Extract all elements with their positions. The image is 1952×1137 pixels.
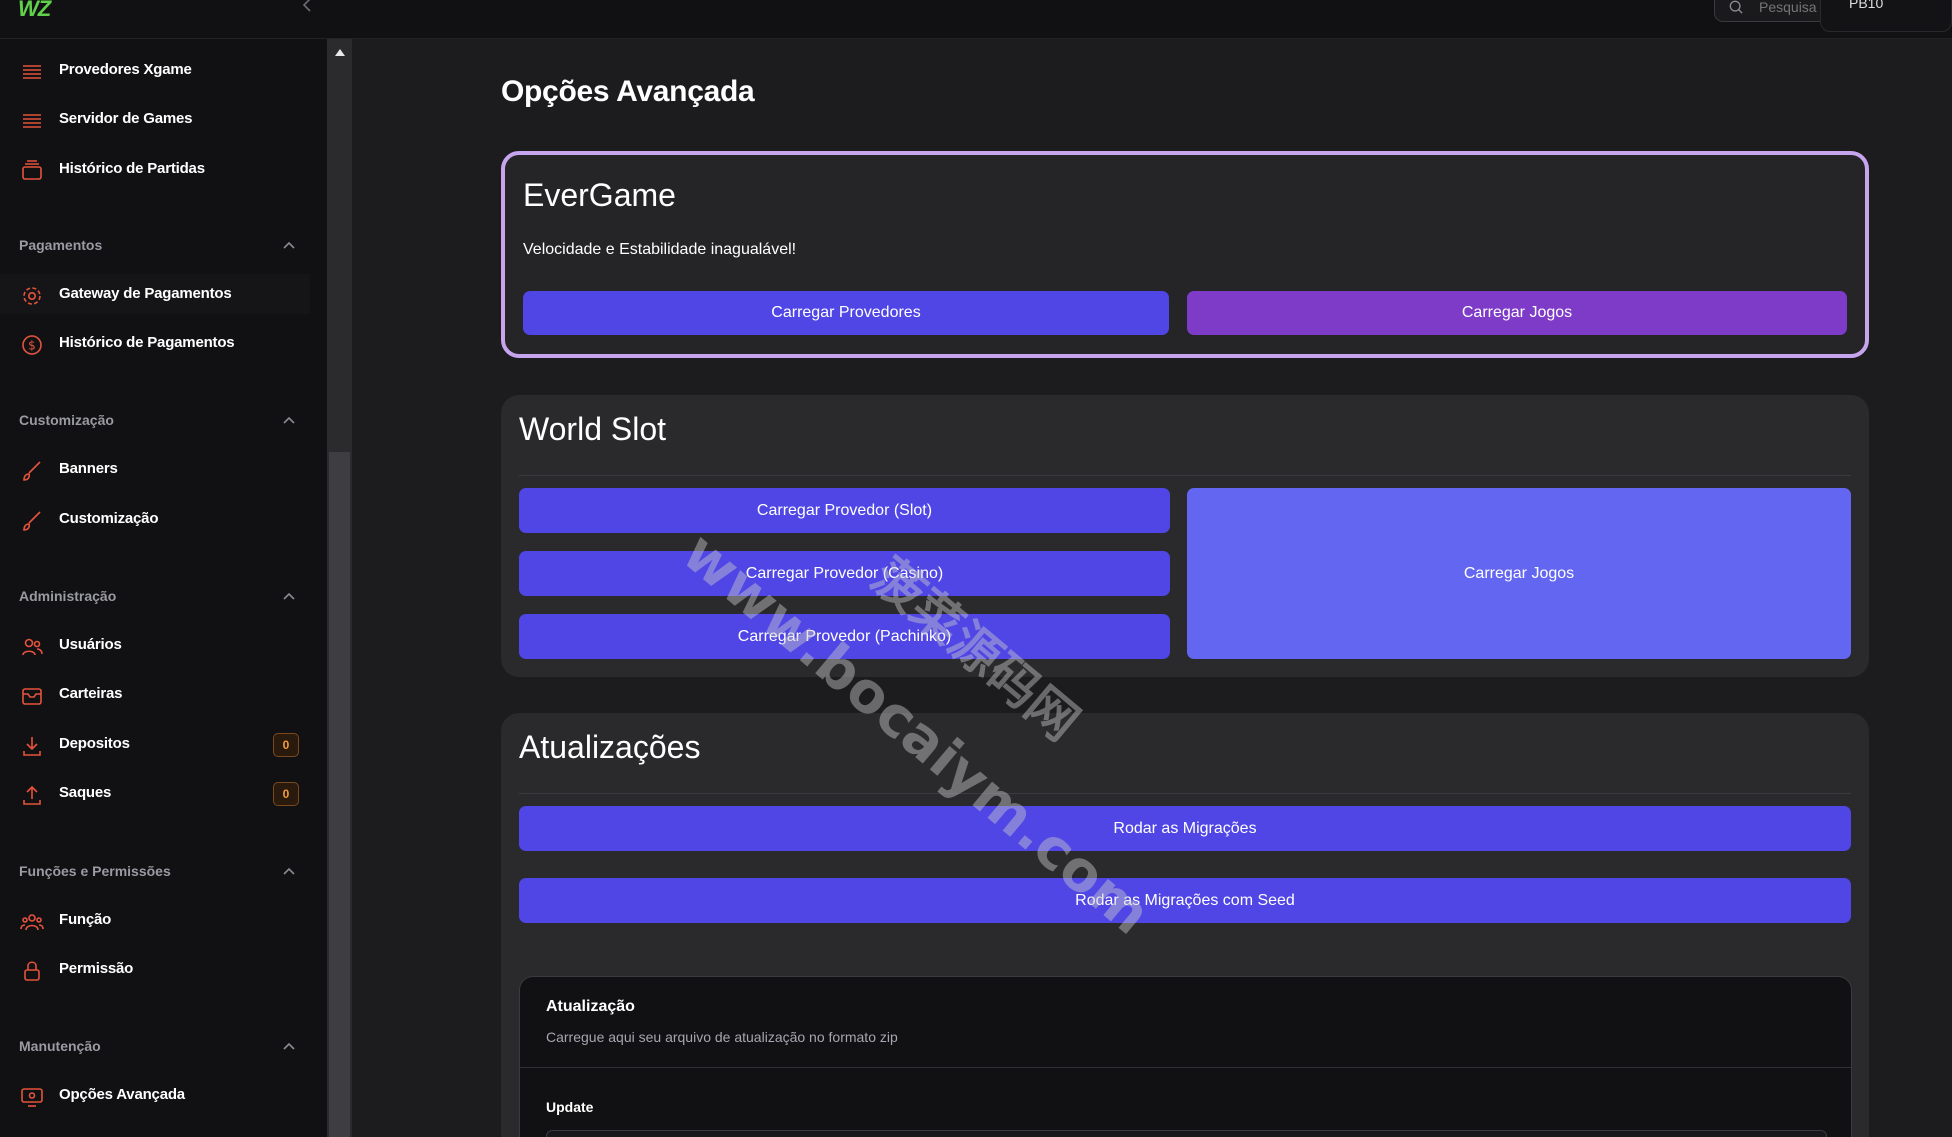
run-migrations-button[interactable]: Rodar as Migrações	[519, 806, 1851, 851]
brush-icon	[23, 511, 41, 531]
worldslot-load-slot-button[interactable]: Carregar Provedor (Slot)	[519, 488, 1170, 533]
count-badge: 0	[273, 733, 299, 757]
sidebar-group-pagamentos: Pagamentos	[19, 237, 103, 253]
evergame-card: EverGame Velocidade e Estabilidade inagu…	[501, 151, 1869, 358]
update-file-input[interactable]	[546, 1130, 1827, 1137]
chevron-up-icon[interactable]	[281, 1040, 297, 1052]
sidebar-item-opcoes-avancada[interactable]: Opções Avançada	[0, 1075, 310, 1115]
sidebar-item-label: Usuários	[59, 636, 122, 653]
sidebar-group-funcoes-permissoes: Funções e Permissões	[19, 863, 171, 879]
collapse-sidebar-button[interactable]	[301, 0, 323, 18]
worldslot-title: World Slot	[519, 411, 667, 447]
scrollbar-thumb[interactable]	[329, 452, 350, 1137]
evergame-title: EverGame	[523, 177, 676, 213]
brush-icon	[23, 461, 41, 481]
search-box[interactable]	[1714, 0, 1834, 22]
sidebar-item-label: Depositos	[59, 735, 130, 752]
monitor-icon	[21, 1088, 43, 1107]
scroll-up-arrow-icon[interactable]	[333, 46, 347, 58]
top-bar: WZ PB10	[0, 0, 1952, 39]
divider	[519, 793, 1851, 794]
sidebar-item-label: Carteiras	[59, 685, 123, 702]
divider	[519, 475, 1851, 476]
sidebar-item-label: Permissão	[59, 960, 134, 977]
sidebar-group-administracao: Administração	[19, 588, 117, 604]
users-icon	[22, 638, 43, 656]
evergame-subtitle: Velocidade e Estabilidade inagualável!	[523, 241, 797, 258]
sidebar-item-banners[interactable]: Banners	[0, 449, 310, 489]
list-icon	[23, 65, 41, 79]
chevron-up-icon[interactable]	[281, 865, 297, 877]
sidebar-item-servidor-de-games[interactable]: Servidor de Games	[0, 99, 310, 139]
worldslot-load-games-button[interactable]: Carregar Jogos	[1187, 488, 1851, 659]
evergame-load-games-button[interactable]: Carregar Jogos	[1187, 291, 1847, 335]
updates-title: Atualizações	[519, 729, 701, 765]
sidebar-item-label: Histórico de Pagamentos	[59, 334, 235, 351]
sidebar-item-label: Opções Avançada	[59, 1086, 185, 1103]
sidebar-item-label: Histórico de Partidas	[59, 160, 205, 177]
sidebar-item-label: Função	[59, 911, 112, 928]
update-field-label: Update	[546, 1099, 594, 1115]
sidebar-item-label: Provedores Xgame	[59, 61, 192, 78]
chevron-up-icon[interactable]	[281, 239, 297, 251]
user-group-icon	[20, 914, 44, 931]
sidebar-item-label: Servidor de Games	[59, 110, 193, 127]
list-icon	[23, 114, 41, 128]
sidebar-item-provedores-xgame[interactable]: Provedores Xgame	[0, 50, 310, 90]
upload-panel-description: Carregue aqui seu arquivo de atualização…	[546, 1029, 898, 1045]
sidebar-item-historico-de-pagamentos[interactable]: $ Histórico de Pagamentos	[0, 323, 310, 363]
user-menu[interactable]: PB10	[1820, 0, 1952, 32]
chevron-up-icon[interactable]	[281, 414, 297, 426]
sidebar-item-label: Customização	[59, 510, 159, 527]
sidebar-item-gateway-de-pagamentos[interactable]: Gateway de Pagamentos	[0, 274, 310, 314]
sidebar-item-label: Saques	[59, 784, 112, 801]
search-icon	[1729, 0, 1743, 14]
chevron-up-icon[interactable]	[281, 590, 297, 602]
archive-icon	[22, 160, 42, 180]
divider	[520, 1067, 1851, 1068]
upload-panel-title: Atualização	[546, 998, 635, 1015]
download-icon	[23, 737, 41, 756]
gear-icon	[23, 287, 41, 305]
sidebar-item-funcao[interactable]: Função	[0, 900, 310, 940]
sidebar-item-usuarios[interactable]: Usuários	[0, 625, 310, 665]
lock-icon	[24, 961, 40, 981]
dollar-circle-icon: $	[22, 335, 42, 355]
sidebar-item-depositos[interactable]: Depositos 0	[0, 724, 310, 764]
svg-text:$: $	[28, 339, 36, 353]
sidebar-item-label: Banners	[59, 460, 118, 477]
worldslot-load-pachinko-button[interactable]: Carregar Provedor (Pachinko)	[519, 614, 1170, 659]
app-logo[interactable]: WZ	[18, 0, 51, 22]
upload-icon	[23, 785, 41, 805]
sidebar-item-customizacao[interactable]: Customização	[0, 499, 310, 539]
worldslot-card: World Slot Carregar Provedor (Slot) Carr…	[501, 395, 1869, 677]
sidebar-group-customizacao: Customização	[19, 412, 114, 428]
page-title: Opções Avançada	[501, 75, 755, 108]
sidebar-item-permissao[interactable]: Permissão	[0, 949, 310, 989]
evergame-load-providers-button[interactable]: Carregar Provedores	[523, 291, 1169, 335]
inbox-icon	[22, 688, 42, 705]
sidebar-item-saques[interactable]: Saques 0	[0, 773, 310, 813]
chevron-left-icon	[302, 0, 311, 12]
sidebar-group-manutencao: Manutenção	[19, 1038, 101, 1054]
search-input[interactable]	[1759, 0, 1829, 15]
sidebar-item-historico-de-partidas[interactable]: Histórico de Partidas	[0, 149, 310, 189]
update-upload-panel: Atualização Carregue aqui seu arquivo de…	[519, 976, 1852, 1137]
user-menu-label: PB10	[1849, 0, 1884, 11]
sidebar-item-carteiras[interactable]: Carteiras	[0, 674, 310, 714]
count-badge: 0	[273, 782, 299, 806]
run-migrations-seed-button[interactable]: Rodar as Migrações com Seed	[519, 878, 1851, 923]
sidebar-item-label: Gateway de Pagamentos	[59, 285, 232, 302]
worldslot-load-casino-button[interactable]: Carregar Provedor (Casino)	[519, 551, 1170, 596]
